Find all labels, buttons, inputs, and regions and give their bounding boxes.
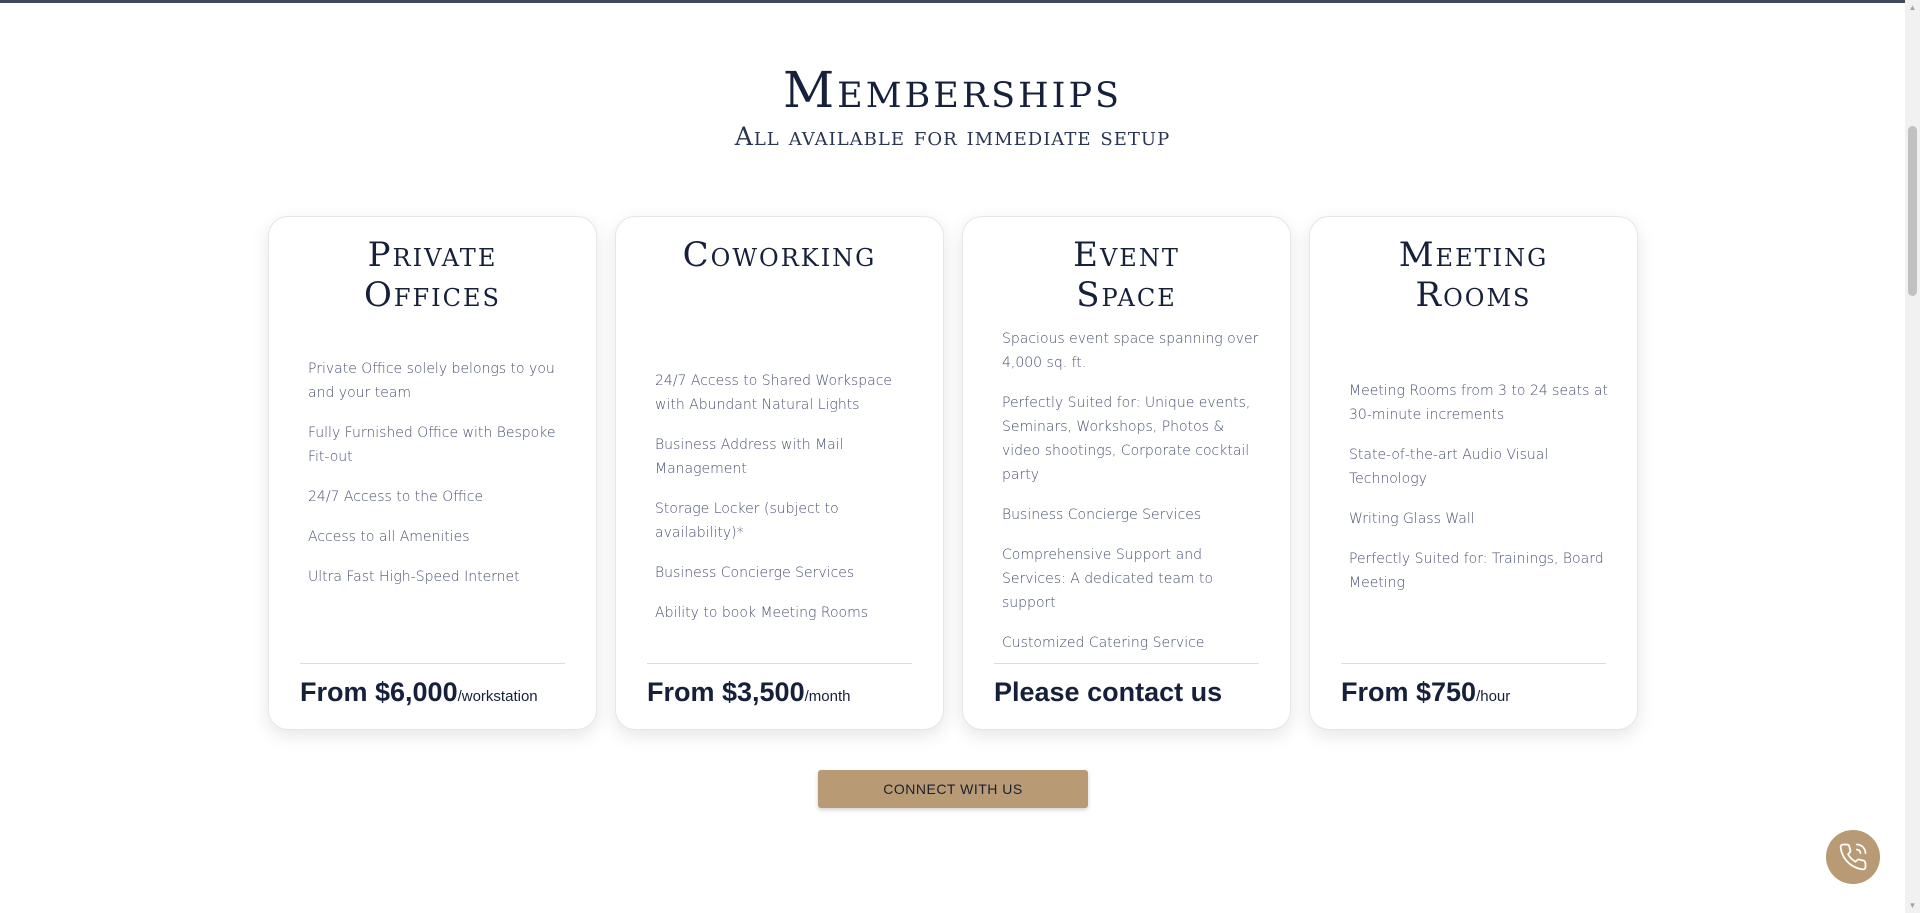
card-title: Meeting Rooms [1310,235,1637,315]
feature-item: Writing Glass Wall [1349,511,1475,527]
divider [647,663,912,664]
card-title-line: Space [1076,275,1177,315]
scroll-thumb[interactable] [1908,126,1917,296]
feature-list: Spacious event space spanning over 4,000… [1002,327,1264,671]
price: From $3,500/month [647,677,850,708]
card-title: Coworking [616,235,943,275]
feature-item: Spacious event space spanning over 4,000… [1002,331,1259,371]
page-title: Memberships [782,61,1123,119]
divider [300,663,565,664]
feature-item: Business Concierge Services [655,565,855,581]
feature-item: Business Concierge Services [1002,507,1202,523]
scroll-down-icon[interactable]: ▼ [1905,898,1920,913]
card-title-line: Event [1073,235,1180,275]
feature-list: Private Office solely belongs to you and… [308,357,570,605]
price-unit: /month [804,688,851,705]
feature-item: Fully Furnished Office with Bespoke Fit-… [308,425,556,465]
feature-item: Business Address with Mail Management [655,437,844,477]
feature-item: 24/7 Access to Shared Workspace with Abu… [655,373,893,413]
feature-item: Ultra Fast High-Speed Internet [308,569,520,585]
vertical-scrollbar[interactable]: ▲ ▼ [1905,0,1920,913]
card-meeting-rooms: Meeting Rooms Meeting Rooms from 3 to 24… [1309,216,1638,730]
feature-item: Storage Locker (subject to availability)… [655,501,839,541]
scroll-up-icon[interactable]: ▲ [1905,0,1920,15]
feature-item: Private Office solely belongs to you and… [308,361,555,401]
call-button[interactable] [1826,830,1880,884]
price-unit: /hour [1476,688,1511,705]
feature-item: Ability to book Meeting Rooms [655,605,869,621]
price-amount: From $750 [1341,677,1477,707]
section-heading: Memberships All available for immediate … [0,60,1905,152]
price: From $750/hour [1341,677,1510,708]
price: Please contact us [994,677,1222,708]
price: From $6,000/workstation [300,677,538,708]
price-unit: /workstation [457,688,538,705]
feature-list: 24/7 Access to Shared Workspace with Abu… [655,369,917,641]
card-title-line: Private [367,235,498,275]
feature-list: Meeting Rooms from 3 to 24 seats at 30-m… [1349,379,1611,611]
price-amount: From $6,000 [300,677,458,707]
feature-item: Access to all Amenities [308,529,470,545]
card-event-space: Event Space Spacious event space spannin… [962,216,1291,730]
feature-item: Comprehensive Support and Services: A de… [1002,547,1214,611]
card-title: Event Space [963,235,1290,315]
card-title-line: Rooms [1415,275,1532,315]
card-title-line: Offices [364,275,501,315]
phone-icon [1839,843,1867,871]
card-title-line: Meeting [1398,235,1549,275]
connect-with-us-button[interactable]: CONNECT WITH US [818,770,1088,808]
card-coworking: Coworking 24/7 Access to Shared Workspac… [615,216,944,730]
feature-item: State-of-the-art Audio Visual Technology [1349,447,1549,487]
feature-item: 24/7 Access to the Office [308,489,484,505]
card-title-line: Coworking [682,235,877,275]
page-subtitle: All available for immediate setup [734,122,1171,151]
feature-item: Perfectly Suited for: Unique events, Sem… [1002,395,1251,483]
feature-item: Perfectly Suited for: Trainings, Board M… [1349,551,1604,591]
divider [1341,663,1606,664]
divider [994,663,1259,664]
price-amount: Please contact us [994,677,1223,707]
card-private-offices: Private Offices Private Office solely be… [268,216,597,730]
card-title: Private Offices [269,235,596,315]
top-border [0,0,1905,3]
price-amount: From $3,500 [647,677,805,707]
feature-item: Meeting Rooms from 3 to 24 seats at 30-m… [1349,383,1608,423]
feature-item: Customized Catering Service [1002,635,1205,651]
membership-cards: Private Offices Private Office solely be… [268,216,1638,730]
